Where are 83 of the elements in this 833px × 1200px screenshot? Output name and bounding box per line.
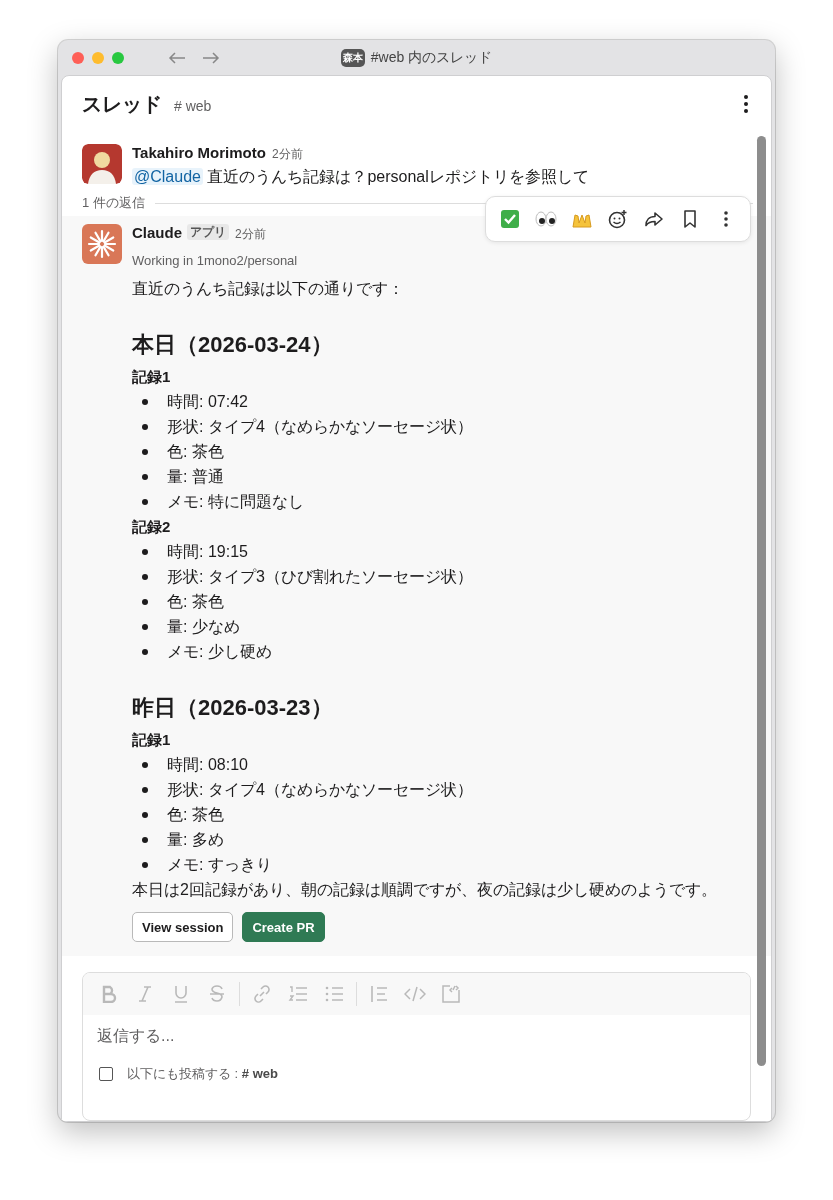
list-item: メモ: すっきり xyxy=(167,855,272,875)
share-icon xyxy=(644,209,664,229)
back-button[interactable] xyxy=(168,50,186,65)
forward-button[interactable] xyxy=(202,50,220,65)
reply-input[interactable]: 返信する... xyxy=(83,1015,712,1057)
list-item: 形状: タイプ4（なめらかなソーセージ状） xyxy=(167,417,473,437)
timestamp[interactable]: 2分前 xyxy=(271,147,303,161)
list-item: メモ: 特に問題なし xyxy=(167,492,304,512)
bullet-dot xyxy=(142,448,148,455)
code-block-icon xyxy=(441,984,461,1004)
section-heading: 本日（2026-03-24） xyxy=(132,331,334,359)
claude-logo-icon xyxy=(82,224,122,264)
quote-icon xyxy=(370,984,388,1004)
bullet-dot xyxy=(142,598,148,605)
list-item: 時間: 19:15 xyxy=(167,542,248,562)
more-icon xyxy=(723,210,729,228)
bullet-dot xyxy=(142,623,148,630)
author-name[interactable]: Claude xyxy=(132,224,182,241)
list-item: 色: 茶色 xyxy=(167,592,224,612)
bullet-dot xyxy=(142,811,148,818)
bold-icon xyxy=(101,985,117,1003)
list-item: 時間: 07:42 xyxy=(167,392,248,412)
list-item: 形状: タイプ4（なめらかなソーセージ状） xyxy=(167,780,473,800)
add-reaction-icon xyxy=(608,209,628,229)
code-icon xyxy=(404,986,426,1002)
list-item: 形状: タイプ3（ひび割れたソーセージ状） xyxy=(167,567,473,587)
bullet-dot xyxy=(142,398,148,405)
workspace-badge: 森本 xyxy=(340,48,365,67)
avatar-icon xyxy=(82,144,122,184)
window-title: #web 内のスレッド xyxy=(370,48,493,67)
reply-count: 1 件の返信 xyxy=(82,194,145,212)
link-icon xyxy=(252,984,272,1004)
bulleted-list-icon xyxy=(324,984,344,1004)
list-item: 量: 多め xyxy=(167,830,224,850)
list-item: 量: 少なめ xyxy=(167,617,240,637)
list-item: メモ: 少し硬め xyxy=(167,642,272,662)
bullet-dot xyxy=(142,761,148,768)
view-button[interactable]: View session xyxy=(132,912,234,942)
app-badge: アプリ xyxy=(187,224,229,240)
bullet-dot xyxy=(142,548,148,555)
thread-title: スレッド xyxy=(82,91,162,117)
bullet-dot xyxy=(142,573,148,580)
check-icon xyxy=(500,209,520,229)
message-paragraph: 直近のうんち記録は以下の通りです： xyxy=(132,279,405,299)
strikethrough-icon xyxy=(209,984,225,1004)
forward-arrow-icon xyxy=(202,50,220,65)
bullet-dot xyxy=(142,836,148,843)
record-label: 記録1 xyxy=(132,367,172,387)
mention-link[interactable]: @Claude xyxy=(132,168,203,185)
also-post-label: 以下にも投稿する : # web xyxy=(127,1065,278,1083)
close-button[interactable] xyxy=(72,51,84,64)
message-text: @Claude 直近のうんち記録は？personalレポジトリを参照して xyxy=(132,167,589,187)
scrollbar[interactable] xyxy=(757,136,766,1066)
underline-icon xyxy=(173,984,189,1004)
list-item: 量: 普通 xyxy=(167,467,224,487)
minimize-button[interactable] xyxy=(92,51,104,64)
record-label: 記録1 xyxy=(132,730,172,750)
bullet-dot xyxy=(142,498,148,505)
channel-name: # web xyxy=(174,97,212,114)
reply-composer[interactable]: 返信する... 以下にも投稿する : # web xyxy=(82,972,751,1121)
list-item: 時間: 08:10 xyxy=(167,755,248,775)
bullet-dot xyxy=(142,473,148,480)
list-item: 色: 茶色 xyxy=(167,805,224,825)
timestamp[interactable]: 2分前 xyxy=(235,227,266,241)
bullet-dot xyxy=(142,786,148,793)
record-label: 記録2 xyxy=(132,517,172,537)
eyes-icon xyxy=(535,211,557,227)
back-arrow-icon xyxy=(168,50,186,65)
zoom-button[interactable] xyxy=(112,51,124,64)
create-button[interactable]: Create PR xyxy=(242,912,325,942)
message-paragraph: 本日は2回記録があり、朝の記録は順調ですが、夜の記録は少し硬めのようです。 xyxy=(132,880,718,900)
section-heading: 昨日（2026-03-23） xyxy=(132,694,334,722)
session-info: Working in 1mono2/personal xyxy=(132,253,299,268)
checkbox[interactable] xyxy=(99,1067,113,1081)
author-name[interactable]: Takahiro Morimoto xyxy=(132,144,266,161)
bullet-dot xyxy=(142,861,148,868)
list-item: 色: 茶色 xyxy=(167,442,224,462)
bookmark-icon xyxy=(682,209,698,229)
more-icon xyxy=(743,94,749,114)
bullet-dot xyxy=(142,423,148,430)
bullet-dot xyxy=(142,648,148,655)
numbered-list-icon xyxy=(288,984,308,1004)
italic-icon xyxy=(138,985,152,1003)
